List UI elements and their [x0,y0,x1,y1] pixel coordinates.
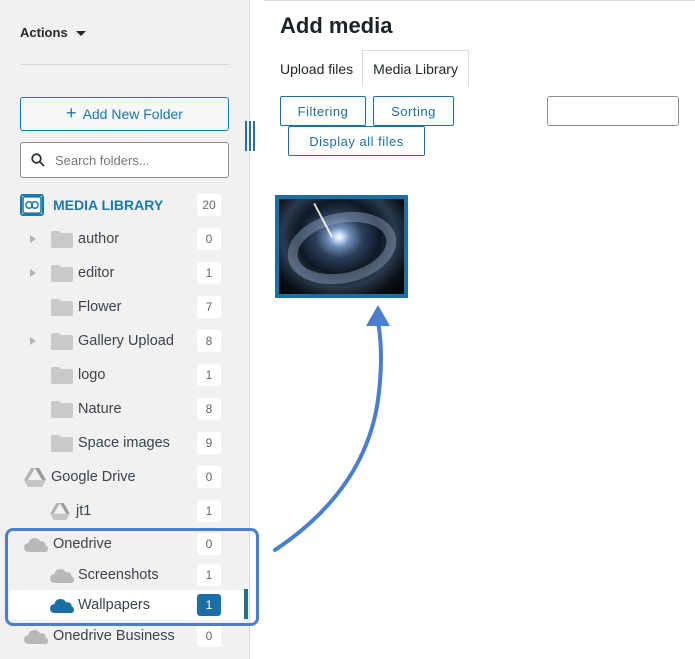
cloud-item-jt1[interactable]: jt1 1 [0,496,250,526]
sorting-button[interactable]: Sorting [373,96,454,126]
folder-icon [51,366,73,384]
folder-item-author[interactable]: author 0 [0,224,250,254]
folder-item-editor[interactable]: editor 1 [0,258,250,288]
folder-item-logo[interactable]: logo 1 [0,360,250,390]
actions-label: Actions [20,25,68,40]
cloud-item-google-drive[interactable]: Google Drive 0 [0,462,250,492]
tab-media-library[interactable]: Media Library [362,50,469,87]
folder-count: 9 [197,432,221,454]
folder-count: 0 [197,533,221,555]
folder-count: 8 [197,398,221,420]
expand-arrow-icon[interactable] [30,269,36,277]
folder-count: 1 [197,364,221,386]
cloud-item-screenshots[interactable]: Screenshots 1 [0,560,250,590]
top-border [264,0,695,1]
sidebar: Actions + Add New Folder MEDIA LIBRARY 2… [0,0,250,659]
folder-count: 0 [197,466,221,488]
active-indicator [244,589,248,619]
expand-arrow-icon[interactable] [30,235,36,243]
filtering-button[interactable]: Filtering [280,96,366,126]
google-drive-icon [50,502,70,520]
wallpaper-image [279,199,404,294]
folder-item-gallery-upload[interactable]: Gallery Upload 8 [0,326,250,356]
folder-count: 7 [197,296,221,318]
search-folders-input[interactable] [55,152,215,168]
folder-item-nature[interactable]: Nature 8 [0,394,250,424]
folder-item-flower[interactable]: Flower 7 [0,292,250,322]
folder-count: 1 [197,594,221,616]
add-folder-label: Add New Folder [82,106,183,122]
folder-icon [51,434,73,452]
folder-label: Space images [78,435,170,451]
cloud-label: Onedrive [53,536,112,552]
cloud-item-wallpapers[interactable]: Wallpapers 1 [10,590,245,620]
cloud-label: Google Drive [51,469,136,485]
folder-icon [51,332,73,350]
folder-icon [51,230,73,248]
search-icon [31,153,45,167]
sidebar-resize-handle[interactable] [245,121,255,151]
media-library-icon [20,194,44,216]
cloud-icon [50,569,74,583]
media-search-input[interactable] [547,96,679,126]
media-library-label: MEDIA LIBRARY [53,197,164,213]
folder-icon [51,400,73,418]
image-detail [280,202,404,294]
cloud-item-onedrive[interactable]: Onedrive 0 [0,529,250,559]
folder-label: Flower [78,299,122,315]
media-tabs: Upload files Media Library [280,50,469,87]
folder-count: 1 [197,564,221,586]
folder-label: author [78,231,120,247]
folder-label: Gallery Upload [78,333,174,349]
expand-arrow-icon[interactable] [30,337,36,345]
cloud-label: Wallpapers [78,597,150,613]
search-folders [20,142,229,178]
folder-count: 1 [197,262,221,284]
cloud-label: Onedrive Business [53,628,175,644]
folder-count: 8 [197,330,221,352]
folder-icon [51,264,73,282]
cloud-icon [24,630,48,644]
page-title: Add media [280,13,393,38]
add-new-folder-button[interactable]: + Add New Folder [20,97,229,131]
folder-count: 0 [197,228,221,250]
media-thumbnail[interactable] [275,195,408,298]
caret-down-icon [75,31,86,36]
cloud-label: jt1 [76,503,92,519]
cloud-item-onedrive-business[interactable]: Onedrive Business 0 [0,621,250,651]
folder-icon [51,298,73,316]
folder-count: 1 [197,500,221,522]
divider [20,64,229,65]
folder-count: 20 [197,194,221,216]
media-library-root[interactable]: MEDIA LIBRARY 20 [0,191,250,219]
folder-count: 0 [197,625,221,647]
actions-menu[interactable]: Actions [20,25,86,40]
display-all-files-button[interactable]: Display all files [288,126,425,156]
folder-label: logo [78,367,106,383]
plus-icon: + [66,103,77,123]
cloud-icon [24,538,48,552]
cloud-icon [50,599,74,613]
folder-label: Nature [78,401,122,417]
cloud-label: Screenshots [78,567,159,583]
folder-label: editor [78,265,115,281]
folder-item-space-images[interactable]: Space images 9 [0,428,250,458]
tab-upload-files[interactable]: Upload files [280,51,362,87]
google-drive-icon [24,467,46,487]
